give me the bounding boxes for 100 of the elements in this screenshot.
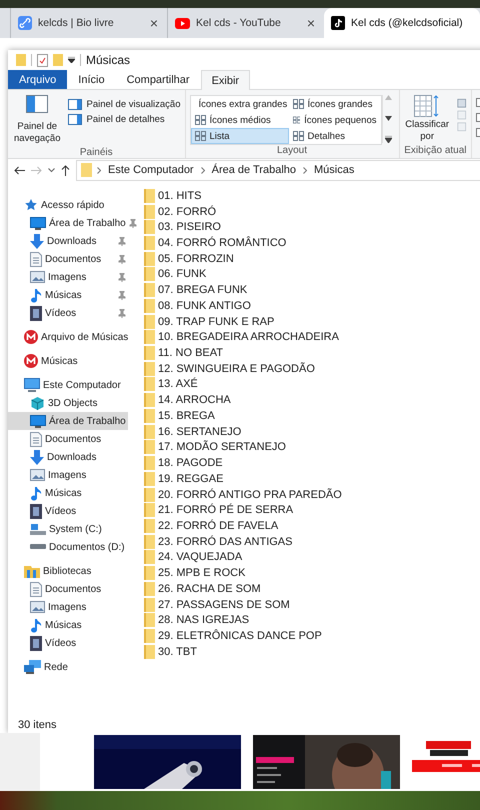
folder-item[interactable]: 30. TBT (144, 644, 197, 660)
grid-icon (292, 99, 304, 109)
folder-item[interactable]: 28. NAS IGREJAS (144, 612, 250, 628)
layout-option[interactable]: Detalhes (288, 128, 380, 144)
grid-icon (292, 115, 300, 125)
folder-item[interactable]: 17. MODÃO SERTANEJO (144, 440, 286, 456)
nav-item[interactable]: Imagens (8, 466, 128, 484)
folder-item[interactable]: 08. FUNK ANTIGO (144, 298, 251, 314)
nav-item[interactable]: Downloads (8, 448, 128, 466)
nav-item[interactable]: Vídeos (8, 634, 128, 652)
nav-item[interactable]: System (C:) (8, 520, 128, 538)
nav-item[interactable]: Músicas (8, 286, 128, 304)
back-icon[interactable] (14, 166, 25, 174)
folder-item[interactable]: 01. HITS (144, 188, 202, 204)
folder-item[interactable]: 13. AXÉ (144, 376, 198, 392)
layout-option[interactable]: Lista (190, 128, 288, 144)
scroll-down-icon[interactable] (385, 116, 392, 120)
folder-item[interactable]: 26. RACHA DE SOM (144, 580, 261, 597)
nav-item[interactable]: Vídeos (8, 304, 128, 322)
nav-item[interactable]: Documentos (8, 580, 128, 598)
breadcrumb-item[interactable]: Este Computador (106, 164, 196, 176)
network-icon (24, 660, 41, 674)
nav-item[interactable]: Imagens (8, 268, 128, 286)
download-arrow-icon (30, 450, 44, 464)
folder-item[interactable]: 16. SERTANEJO (144, 424, 242, 440)
close-tab-button[interactable]: × (150, 15, 158, 31)
folder-item[interactable]: 03. PISEIRO (144, 219, 221, 236)
up-arrow-icon[interactable] (61, 164, 70, 176)
close-tab-button[interactable]: × (306, 15, 315, 31)
browser-tab[interactable]: Kel cds (@kelcdsoficial) (324, 8, 480, 38)
nav-item[interactable]: Área de Trabalho (8, 412, 128, 430)
nav-item[interactable]: Rede (8, 658, 128, 676)
folder-item[interactable]: 18. PAGODE (144, 455, 223, 471)
nav-item[interactable]: Documentos (8, 430, 128, 448)
folder-item[interactable]: 09. TRAP FUNK E RAP (144, 314, 274, 330)
nav-item[interactable]: Músicas (8, 484, 128, 502)
film-icon (30, 306, 42, 320)
group-label: Painéis (78, 147, 114, 160)
breadcrumb-item[interactable]: Área de Trabalho (210, 164, 298, 176)
folder-item[interactable]: 12. SWINGUEIRA E PAGODÃO (144, 360, 315, 377)
folder-item[interactable]: 20. FORRÓ ANTIGO PRA PAREDÃO (144, 486, 342, 502)
properties-icon[interactable] (37, 54, 48, 66)
folder-item[interactable]: 21. FORRÓ PÉ DE SERRA (144, 502, 294, 518)
folder-item[interactable]: 07. BREGA FUNK (144, 282, 248, 298)
chevron-down-icon[interactable] (48, 168, 55, 172)
folder-item[interactable]: 02. FORRÓ (144, 204, 216, 220)
folder-item[interactable]: 10. BREGADEIRA ARROCHADEIRA (144, 329, 339, 346)
folder-item[interactable]: 27. PASSAGENS DE SOM (144, 596, 290, 612)
layout-option[interactable]: Ícones extra grandes (190, 96, 288, 112)
folder-item[interactable]: 25. MPB E ROCK (144, 565, 246, 581)
nav-item[interactable]: Downloads (8, 232, 128, 250)
nav-item[interactable]: 3D Objects (8, 394, 128, 412)
address-bar[interactable]: Este Computador Área de Trabalho Músicas (76, 160, 480, 180)
image-icon (30, 271, 45, 283)
star-icon (24, 198, 38, 212)
pane-button[interactable]: Painel de detalhes (68, 114, 180, 125)
sort-button[interactable]: Classificar por (402, 93, 453, 145)
dropdown-icon[interactable] (68, 57, 75, 63)
ribbon-tab[interactable]: Início (67, 70, 116, 89)
grid-icon (194, 131, 206, 141)
folder-item[interactable]: 15. BREGA (144, 408, 215, 424)
link-icon (18, 16, 32, 30)
library-icon (24, 564, 40, 578)
expand-icon[interactable] (385, 136, 392, 143)
folder-item[interactable]: 14. ARROCHA (144, 392, 231, 408)
folder-item[interactable]: 19. REGGAE (144, 470, 224, 487)
nav-item[interactable]: Músicas (8, 352, 128, 370)
layout-option[interactable]: Ícones grandes (288, 96, 380, 112)
pane-button[interactable]: Painel de visualização (68, 99, 180, 110)
ribbon-tab[interactable]: Arquivo (8, 70, 68, 89)
folder-icon (144, 566, 155, 580)
layout-option[interactable]: Ícones médios (190, 112, 288, 128)
ribbon-tab[interactable]: Exibir (200, 70, 250, 90)
folder-item[interactable]: 04. FORRÓ ROMÂNTICO (144, 235, 286, 251)
nav-item[interactable]: Imagens (8, 598, 128, 616)
nav-item[interactable]: Documentos (8, 250, 128, 268)
folder-item[interactable]: 24. VAQUEJADA (144, 550, 242, 566)
nav-item[interactable]: Bibliotecas (8, 562, 128, 580)
navigation-pane-button[interactable]: Painel de navegação (12, 93, 62, 147)
drive-icon (30, 522, 46, 536)
folder-icon (144, 408, 155, 423)
ribbon-tab[interactable]: Compartilhar (116, 70, 201, 89)
nav-item[interactable]: Arquivo de Músicas (8, 328, 128, 346)
folder-item[interactable]: 11. NO BEAT (144, 345, 224, 361)
folder-item[interactable]: 23. FORRÓ DAS ANTIGAS (144, 534, 292, 550)
nav-item[interactable]: Área de Trabalho (8, 214, 128, 232)
group-label: Layout (276, 145, 308, 158)
nav-item[interactable]: Documentos (D:) (8, 538, 128, 556)
breadcrumb-item[interactable]: Músicas (312, 164, 356, 176)
layout-option[interactable]: Ícones pequenos (288, 112, 380, 128)
folder-item[interactable]: 05. FORROZIN (144, 250, 234, 267)
folder-item[interactable]: 06. FUNK (144, 266, 206, 282)
nav-item[interactable]: Vídeos (8, 502, 128, 520)
nav-item[interactable]: Músicas (8, 616, 128, 634)
folder-item[interactable]: 22. FORRÓ DE FAVELA (144, 518, 278, 534)
nav-item[interactable]: Este Computador (8, 376, 128, 394)
folder-item[interactable]: 29. ELETRÔNICAS DANCE POP (144, 628, 322, 644)
group-label: Exibição atual (403, 145, 468, 158)
nav-item[interactable]: Acesso rápido (8, 196, 128, 214)
folder-icon (144, 362, 155, 376)
